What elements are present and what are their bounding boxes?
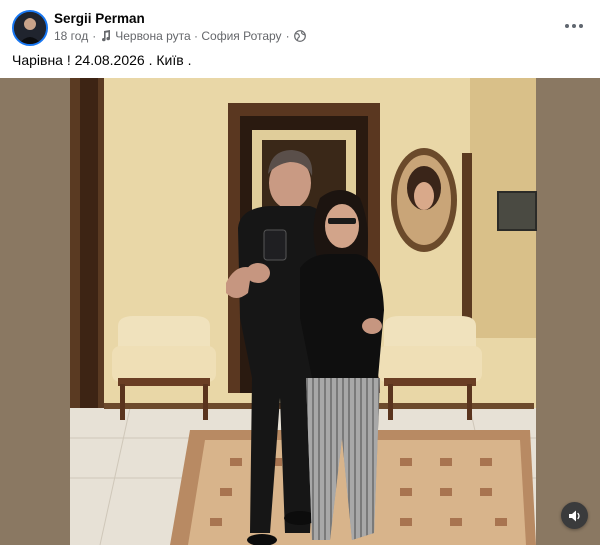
- meta-separator: ·: [285, 29, 290, 43]
- avatar[interactable]: [12, 10, 48, 46]
- more-horizontal-icon: [565, 24, 569, 28]
- globe-icon[interactable]: [293, 30, 306, 42]
- post-caption: Чарівна ! 24.08.2026 . Київ .: [12, 52, 192, 68]
- music-note-icon: [100, 30, 111, 42]
- avatar-image: [14, 12, 46, 44]
- post-header: Sergii Perman 18 год · Червона рута · Со…: [12, 8, 588, 48]
- meta-separator: ·: [92, 29, 97, 43]
- post-photo[interactable]: [0, 78, 600, 545]
- sound-toggle-button[interactable]: [561, 502, 588, 529]
- more-options-button[interactable]: [562, 16, 586, 36]
- music-track[interactable]: Червона рута · София Ротару: [115, 29, 281, 43]
- post-time[interactable]: 18 год: [54, 29, 88, 43]
- speaker-icon: [568, 510, 580, 521]
- photo-scene: [0, 78, 600, 545]
- post-meta: 18 год · Червона рута · София Ротару ·: [54, 29, 306, 43]
- facebook-post: Sergii Perman 18 год · Червона рута · Со…: [0, 0, 600, 545]
- author-name[interactable]: Sergii Perman: [54, 11, 145, 26]
